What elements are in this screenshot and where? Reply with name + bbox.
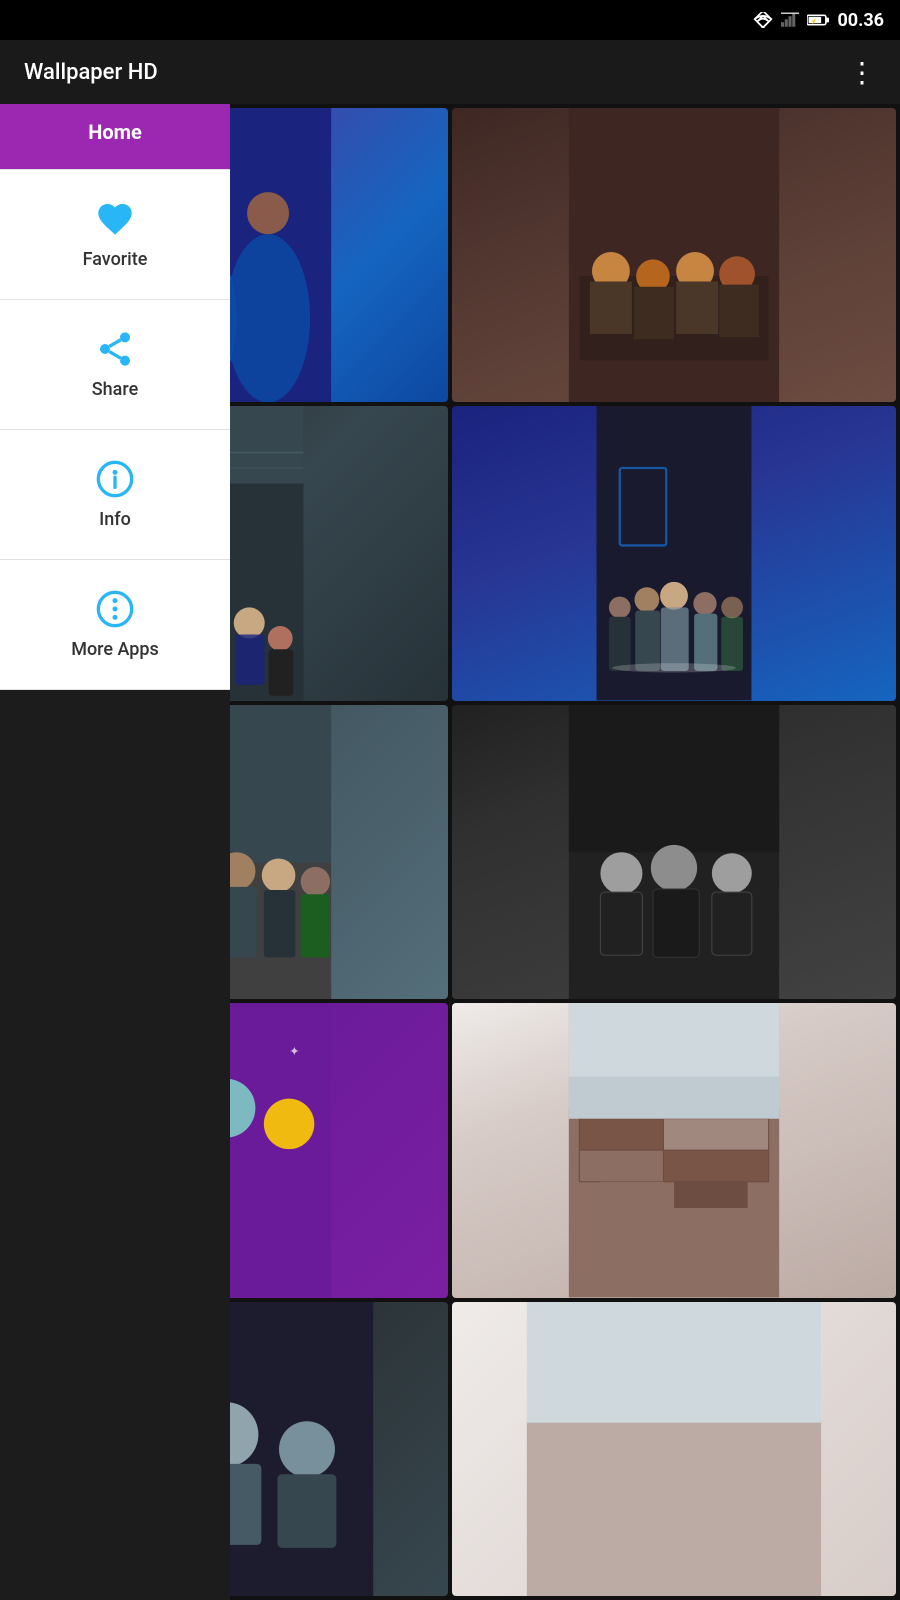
svg-text:✦: ✦ [289,1045,300,1060]
status-time: 00.36 [837,10,884,31]
status-bar: ⚡ 00.36 [0,0,900,40]
drawer-label-favorite: Favorite [83,249,148,270]
heart-icon [95,199,135,239]
wallpaper-item[interactable] [452,1003,896,1297]
drawer-item-favorite[interactable]: Favorite [0,170,230,300]
drawer-item-share[interactable]: Share [0,300,230,430]
signal-icon [781,12,799,28]
drawer-item-more-apps[interactable]: More Apps [0,560,230,690]
wallpaper-item[interactable] [452,406,896,700]
status-icons: ⚡ 00.36 [753,10,884,31]
app-title: Wallpaper HD [24,60,840,85]
battery-icon: ⚡ [807,12,829,28]
navigation-drawer: Home Favorite Share Info [0,40,230,1600]
wifi-icon [753,12,773,28]
drawer-label-more-apps: More Apps [71,639,159,660]
drawer-label-share: Share [92,379,138,400]
info-icon [95,459,135,499]
more-options-button[interactable]: ⋮ [840,48,884,97]
drawer-label-home: Home [88,120,142,144]
drawer-item-info[interactable]: Info [0,430,230,560]
more-apps-icon [95,589,135,629]
share-icon [95,329,135,369]
wallpaper-item[interactable] [452,1302,896,1596]
drawer-label-info: Info [99,509,131,530]
wallpaper-item[interactable] [452,108,896,402]
svg-text:⚡: ⚡ [811,18,818,25]
wallpaper-item[interactable] [452,705,896,999]
app-bar: Wallpaper HD ⋮ [0,40,900,104]
